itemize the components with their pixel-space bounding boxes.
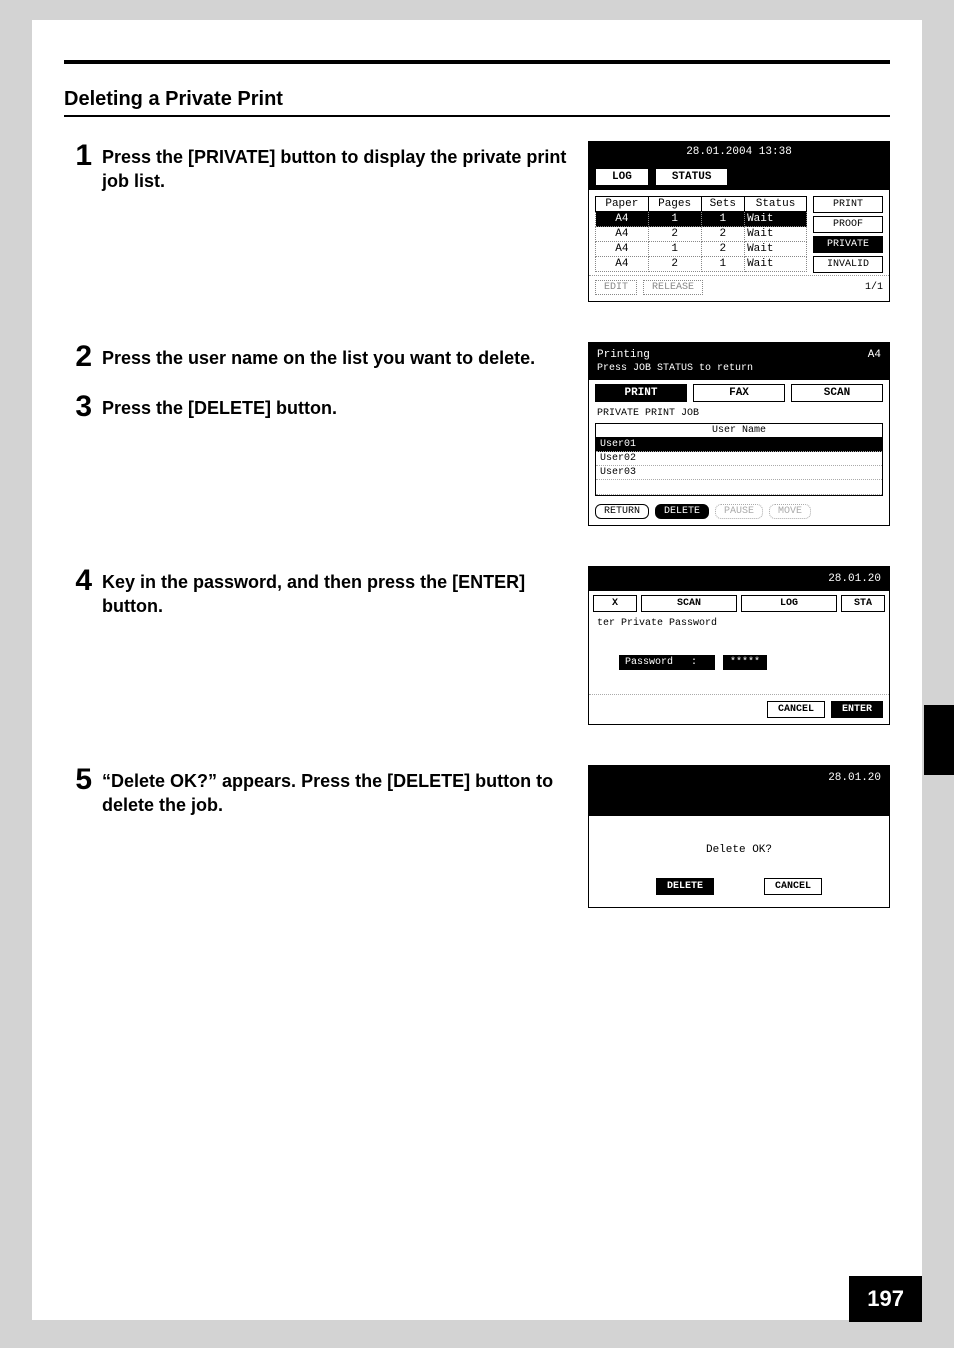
cell: 2 <box>648 257 701 272</box>
delete-button[interactable]: DELETE <box>655 504 709 519</box>
step-text-1: Press the [PRIVATE] button to display th… <box>102 145 568 194</box>
list-item[interactable]: User02 <box>596 452 882 466</box>
cancel-button[interactable]: CANCEL <box>764 878 822 895</box>
screenshot-3: 28.01.20 X SCAN LOG STA ter Private Pass… <box>588 566 890 725</box>
screen4-date: 28.01.20 <box>589 766 889 816</box>
th-paper: Paper <box>596 197 649 212</box>
list-item <box>596 480 882 495</box>
cell: A4 <box>596 212 649 227</box>
tab-log[interactable]: LOG <box>741 595 837 612</box>
list-item[interactable]: User03 <box>596 466 882 480</box>
step-number-2: 2 <box>64 342 92 372</box>
hint-text: Press JOB STATUS to return <box>589 363 889 380</box>
tab-scan[interactable]: SCAN <box>641 595 737 612</box>
table-row[interactable]: A4 2 1 Wait <box>596 257 807 272</box>
password-label: Password : <box>619 655 715 670</box>
step-number-1: 1 <box>64 141 92 171</box>
cell: 2 <box>701 242 745 257</box>
screenshot-1: 28.01.2004 13:38 LOG STATUS Paper Pages … <box>588 141 890 302</box>
cell: Wait <box>745 257 807 272</box>
tab-x[interactable]: X <box>593 595 637 612</box>
invalid-button[interactable]: INVALID <box>813 256 883 273</box>
cell: 2 <box>701 227 745 242</box>
move-button[interactable]: MOVE <box>769 504 811 519</box>
cell: A4 <box>596 242 649 257</box>
top-rule <box>64 60 890 64</box>
proof-button[interactable]: PROOF <box>813 216 883 233</box>
enter-button[interactable]: ENTER <box>831 701 883 718</box>
table-row[interactable]: A4 2 2 Wait <box>596 227 807 242</box>
list-item[interactable]: User01 <box>596 438 882 452</box>
table-row[interactable]: A4 1 1 Wait <box>596 212 807 227</box>
tab-sta[interactable]: STA <box>841 595 885 612</box>
cell: Wait <box>745 212 807 227</box>
section-title: Deleting a Private Print <box>64 88 890 111</box>
th-sets: Sets <box>701 197 745 212</box>
password-prompt: ter Private Password <box>589 616 889 631</box>
print-button[interactable]: PRINT <box>813 196 883 213</box>
step-text-5: “Delete OK?” appears. Press the [DELETE]… <box>102 769 568 818</box>
step-text-3: Press the [DELETE] button. <box>102 396 568 420</box>
step-text-4: Key in the password, and then press the … <box>102 570 568 619</box>
screen3-date: 28.01.20 <box>589 567 889 591</box>
a4-icon: A4 <box>868 349 881 361</box>
cell: 1 <box>701 257 745 272</box>
delete-button[interactable]: DELETE <box>656 878 714 895</box>
tab-status[interactable]: STATUS <box>655 168 729 186</box>
edit-button[interactable]: EDIT <box>595 280 637 295</box>
table-row[interactable]: A4 1 2 Wait <box>596 242 807 257</box>
th-status: Status <box>745 197 807 212</box>
step-number-3: 3 <box>64 392 92 422</box>
private-button[interactable]: PRIVATE <box>813 236 883 253</box>
cell: 1 <box>648 242 701 257</box>
subtitle: PRIVATE PRINT JOB <box>589 406 889 421</box>
page-number: 197 <box>849 1276 922 1322</box>
cell: Wait <box>745 227 807 242</box>
screen1-datetime: 28.01.2004 13:38 <box>589 142 889 162</box>
delete-confirm-text: Delete OK? <box>589 844 889 856</box>
step-text-2: Press the user name on the list you want… <box>102 346 568 370</box>
cell: 1 <box>701 212 745 227</box>
tab-scan[interactable]: SCAN <box>791 384 883 402</box>
cell: 2 <box>648 227 701 242</box>
screenshot-2: A4 Printing Press JOB STATUS to return P… <box>588 342 890 526</box>
release-button[interactable]: RELEASE <box>643 280 703 295</box>
th-pages: Pages <box>648 197 701 212</box>
screenshot-4: 28.01.20 Delete OK? DELETE CANCEL <box>588 765 890 908</box>
printing-status: Printing <box>597 349 650 361</box>
cell: A4 <box>596 227 649 242</box>
cancel-button[interactable]: CANCEL <box>767 701 825 718</box>
cell: 1 <box>648 212 701 227</box>
tab-log[interactable]: LOG <box>595 168 649 186</box>
pager: 1/1 <box>865 282 883 293</box>
list-header: User Name <box>596 424 882 438</box>
step-number-4: 4 <box>64 566 92 596</box>
step-number-5: 5 <box>64 765 92 795</box>
side-tab-black <box>924 705 954 775</box>
cell: A4 <box>596 257 649 272</box>
return-button[interactable]: RETURN <box>595 504 649 519</box>
password-field[interactable]: ***** <box>723 655 767 670</box>
tab-print[interactable]: PRINT <box>595 384 687 402</box>
pause-button[interactable]: PAUSE <box>715 504 763 519</box>
tab-fax[interactable]: FAX <box>693 384 785 402</box>
cell: Wait <box>745 242 807 257</box>
